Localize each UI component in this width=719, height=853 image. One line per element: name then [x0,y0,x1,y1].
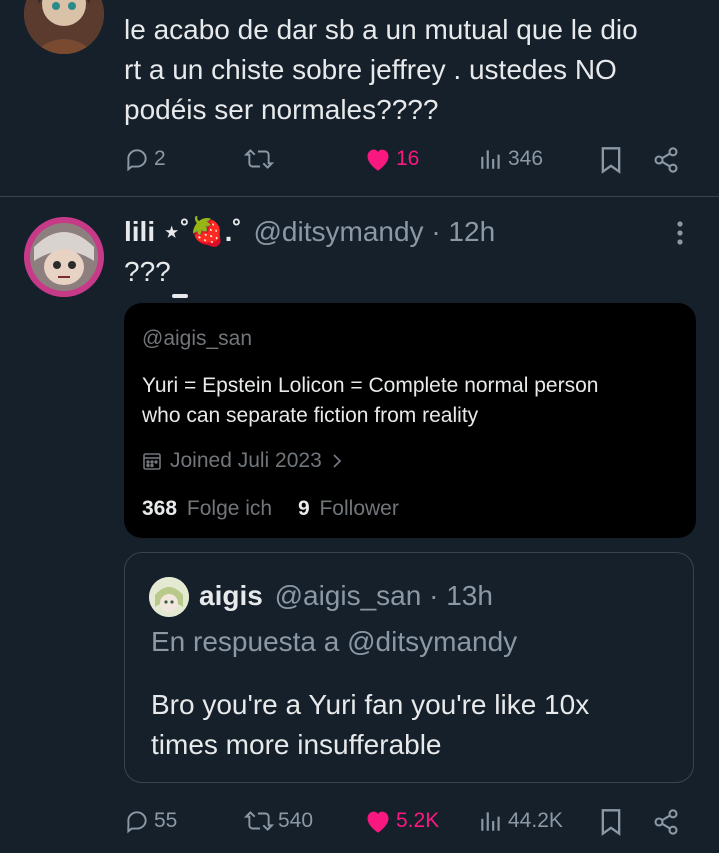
views-count: 44.2K [508,809,563,832]
following-count: 368 [142,497,178,520]
share-button[interactable] [652,808,680,841]
like-count: 5.2K [396,809,440,832]
reply-button[interactable]: 55 [124,808,177,834]
bookmark-icon [601,147,621,174]
followers-label: Follower [319,497,399,520]
views-icon [481,812,500,831]
bookmark-button[interactable] [598,808,624,841]
share-button[interactable] [652,146,680,179]
timestamp: · 13h [429,580,493,611]
tweet-header: lili ⋆˚🍓.˚ @ditsymandy · 12h [124,214,495,250]
followers-count: 9 [297,497,310,520]
reply-icon [127,811,147,834]
like-count: 16 [396,147,420,170]
tweet-text: ??? [124,256,171,287]
divider [0,196,719,197]
avatar[interactable] [24,0,104,54]
quote-text: Bro you're a Yuri fan you're like 10x ti… [151,689,590,760]
following-label: Folge ich [186,497,273,520]
display-name: aigis [199,580,263,611]
bookmark-button[interactable] [598,146,624,179]
like-button[interactable]: 16 [364,146,419,172]
reply-context: En respuesta a @ditsymandy [151,626,518,657]
chevron-right-icon [333,454,342,468]
more-options-button[interactable] [668,218,692,253]
share-icon [654,147,678,173]
cropped-text-fragment [172,294,188,298]
timestamp[interactable]: · 12h [431,216,495,247]
heart-icon [367,149,389,171]
calendar-icon [143,453,161,470]
avatar[interactable] [24,217,104,297]
avatar [149,577,189,617]
bookmark-icon [601,809,621,836]
handle: @aigis_san [274,580,422,611]
share-icon [654,809,678,835]
like-button[interactable]: 5.2K [364,808,439,834]
profile-card-image[interactable]: @aigis_san Yuri = Epstein Lolicon = Comp… [124,303,696,538]
handle: @aigis_san [142,327,253,350]
display-name[interactable]: lili ⋆˚🍓.˚ [124,216,242,247]
quoted-tweet[interactable]: aigis @aigis_san · 13h En respuesta a @d… [124,552,694,783]
bio: Yuri = Epstein Lolicon = Complete normal… [142,374,599,427]
heart-icon [367,811,389,833]
more-icon [677,221,683,245]
retweet-button[interactable] [244,146,278,172]
retweet-button[interactable]: 540 [244,808,313,834]
reply-button[interactable]: 2 [124,146,166,172]
reply-icon [127,149,147,172]
views-button[interactable]: 346 [478,146,543,172]
views-button[interactable]: 44.2K [478,808,563,834]
reply-count: 55 [154,809,178,832]
quote-header: aigis @aigis_san · 13h [199,579,493,613]
handle[interactable]: @ditsymandy [254,216,424,247]
retweet-count: 540 [278,809,314,832]
joined-date: Joined Juli 2023 [142,449,344,473]
views-count: 346 [508,147,544,170]
retweet-icon [244,811,274,831]
follow-counts: 368 Folge ich 9 Follower [142,497,399,521]
tweet-text: le acabo de dar sb a un mutual que le di… [124,14,638,125]
reply-count: 2 [154,147,166,170]
retweet-icon [244,149,274,169]
views-icon [481,150,500,169]
